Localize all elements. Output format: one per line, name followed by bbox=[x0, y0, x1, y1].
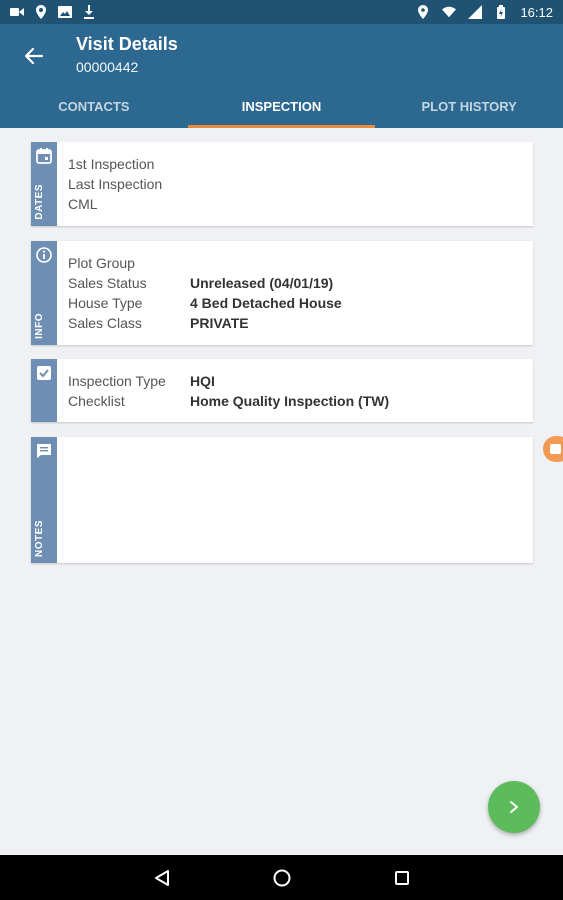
row-house-type: House Type 4 Bed Detached House bbox=[68, 293, 342, 313]
notes-card[interactable]: NOTES bbox=[31, 437, 533, 563]
nav-recents-button[interactable] bbox=[390, 866, 414, 890]
row-sales-status: Sales Status Unreleased (04/01/19) bbox=[68, 273, 342, 293]
row-value: 4 Bed Detached House bbox=[190, 295, 342, 311]
row-value: PRIVATE bbox=[190, 315, 249, 331]
app-bar: Visit Details 00000442 CONTACTS INSPECTI… bbox=[0, 24, 563, 128]
row-value: Unreleased (04/01/19) bbox=[190, 275, 334, 291]
info-rail-label: INFO bbox=[34, 313, 45, 339]
info-icon bbox=[36, 247, 52, 263]
row-value: HQI bbox=[190, 373, 215, 389]
info-rail: INFO bbox=[31, 241, 57, 345]
camera-icon bbox=[550, 444, 561, 454]
row-label: Sales Status bbox=[68, 275, 147, 291]
row-checklist: Checklist Home Quality Inspection (TW) bbox=[68, 391, 389, 411]
nav-back-button[interactable] bbox=[150, 866, 174, 890]
chevron-right-icon bbox=[510, 801, 518, 813]
side-panel-handle[interactable] bbox=[543, 436, 563, 462]
row-inspection-type: Inspection Type HQI bbox=[68, 371, 389, 391]
signal-icon bbox=[468, 5, 483, 19]
tab-contacts[interactable]: CONTACTS bbox=[0, 84, 188, 128]
comment-icon bbox=[36, 443, 52, 459]
row-plot-group: Plot Group bbox=[68, 253, 342, 273]
row-label: Inspection Type bbox=[68, 373, 166, 389]
info-card: INFO Plot Group Sales Status Unreleased … bbox=[31, 241, 533, 345]
row-label: House Type bbox=[68, 295, 143, 311]
notes-rail-label: NOTES bbox=[34, 520, 45, 557]
notes-body[interactable] bbox=[57, 437, 68, 563]
dates-rail-label: DATES bbox=[34, 184, 45, 220]
location-icon bbox=[416, 5, 430, 19]
inspection-rail bbox=[31, 359, 57, 422]
row-label: Last Inspection bbox=[68, 176, 163, 192]
row-label: Sales Class bbox=[68, 315, 142, 331]
row-last-inspection: Last Inspection bbox=[68, 174, 190, 194]
page-subtitle: 00000442 bbox=[76, 59, 139, 75]
next-button[interactable] bbox=[488, 781, 540, 833]
square-recents-icon bbox=[394, 870, 409, 885]
triangle-back-icon bbox=[154, 869, 169, 886]
checkbox-icon bbox=[36, 365, 52, 381]
row-label: 1st Inspection bbox=[68, 156, 155, 172]
row-value: Home Quality Inspection (TW) bbox=[190, 393, 390, 409]
page-title: Visit Details bbox=[76, 34, 178, 54]
row-label: CML bbox=[68, 196, 98, 212]
nav-home-button[interactable] bbox=[270, 866, 294, 890]
status-bar: 16:12 bbox=[0, 0, 563, 24]
notes-rail: NOTES bbox=[31, 437, 57, 563]
circle-home-icon bbox=[273, 869, 290, 886]
row-label: Plot Group bbox=[68, 255, 135, 271]
battery-icon bbox=[494, 5, 508, 19]
tab-inspection[interactable]: INSPECTION bbox=[187, 84, 376, 128]
clock: 16:12 bbox=[520, 4, 553, 20]
image-icon bbox=[58, 5, 72, 19]
tab-bar: CONTACTS INSPECTION PLOT HISTORY bbox=[0, 84, 563, 128]
back-button[interactable] bbox=[20, 42, 48, 70]
arrow-back-icon bbox=[25, 48, 43, 64]
download-icon bbox=[82, 5, 96, 19]
location-pin-icon bbox=[34, 5, 48, 19]
row-cml: CML bbox=[68, 194, 190, 214]
row-first-inspection: 1st Inspection bbox=[68, 154, 190, 174]
wifi-icon bbox=[442, 5, 457, 19]
system-nav-bar bbox=[0, 855, 563, 900]
dates-rail: DATES bbox=[31, 142, 57, 226]
inspection-card: Inspection Type HQI Checklist Home Quali… bbox=[31, 359, 533, 422]
video-icon bbox=[10, 5, 24, 19]
calendar-icon bbox=[36, 148, 52, 164]
tab-plot-history[interactable]: PLOT HISTORY bbox=[375, 84, 563, 128]
row-label: Checklist bbox=[68, 393, 125, 409]
row-sales-class: Sales Class PRIVATE bbox=[68, 313, 342, 333]
dates-card: DATES 1st Inspection Last Inspection CML bbox=[31, 142, 533, 226]
